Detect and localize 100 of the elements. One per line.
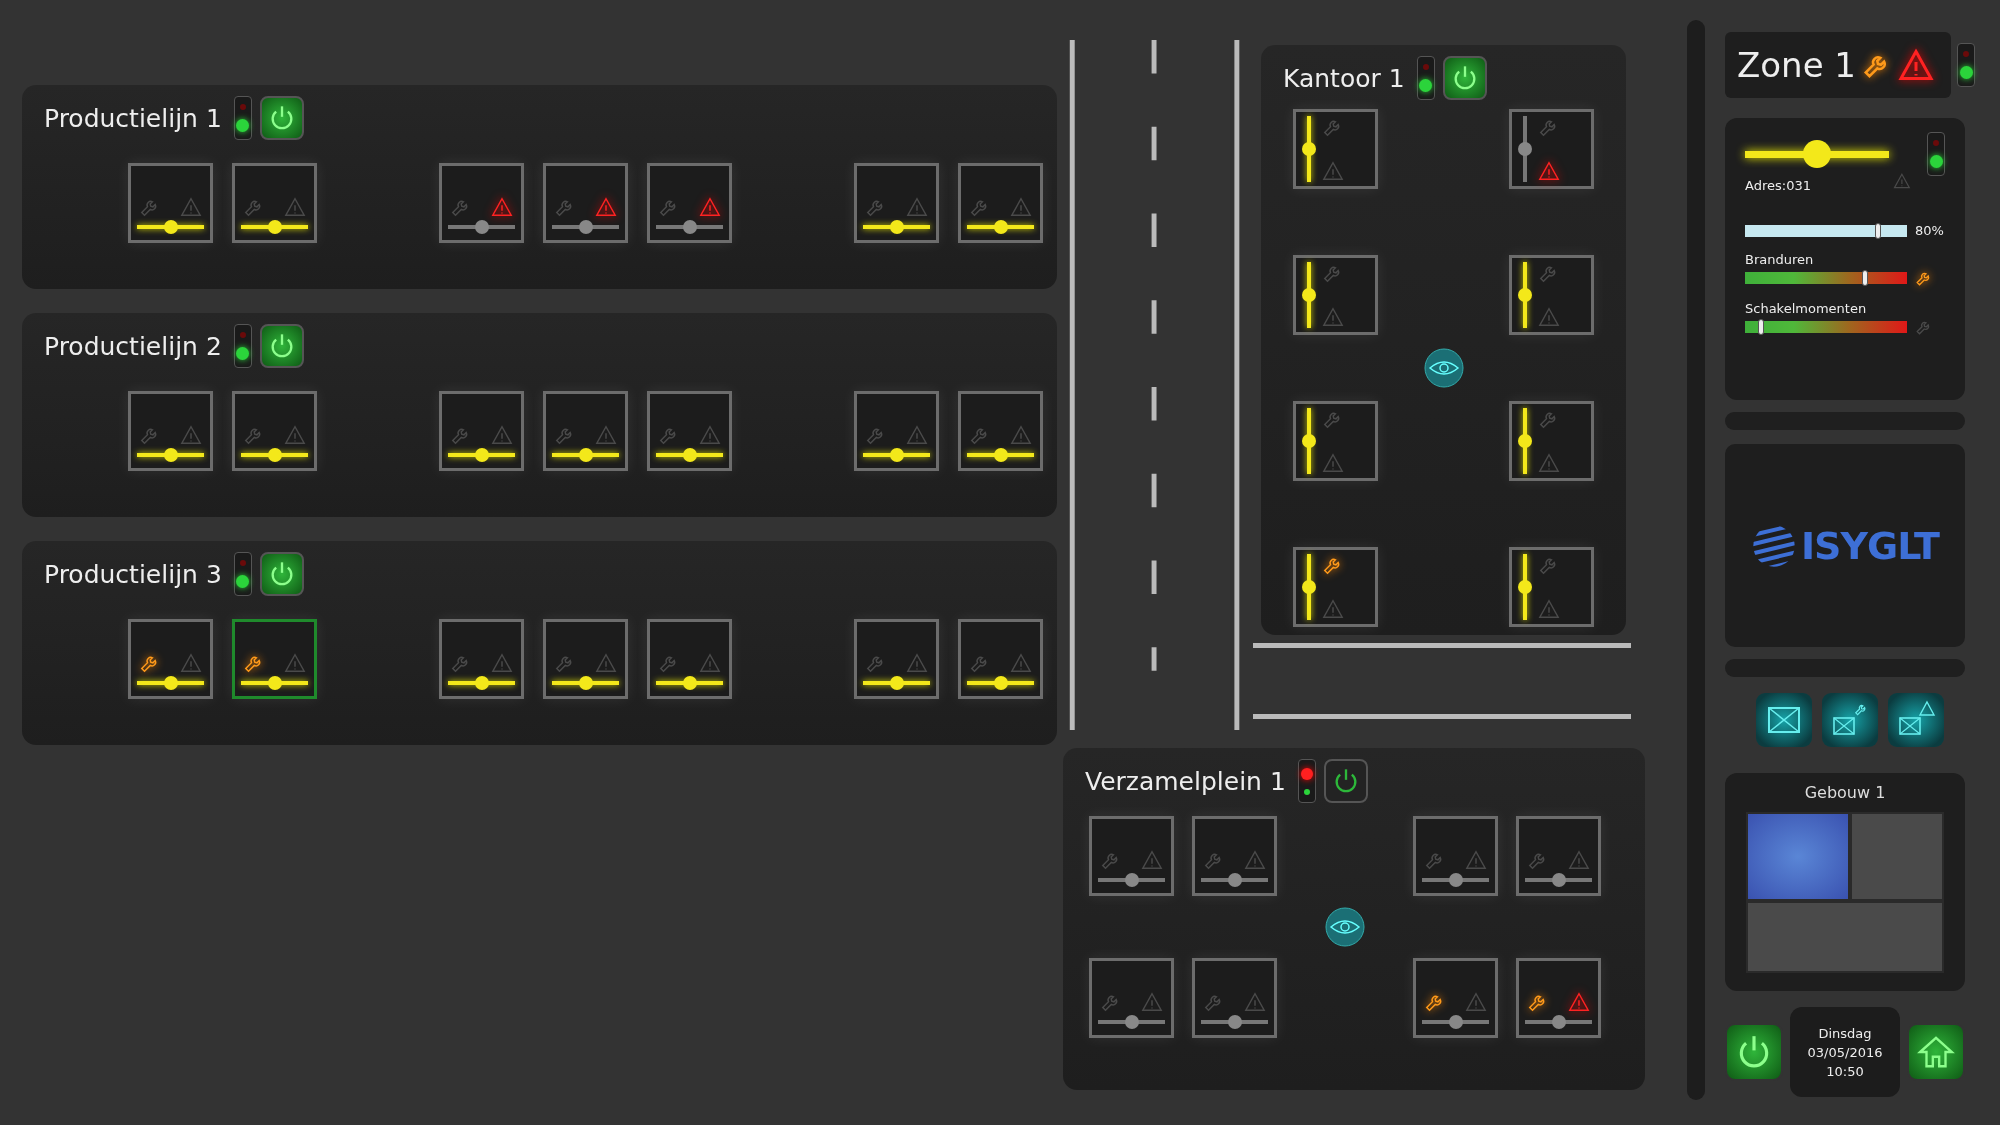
slider-thumb[interactable] [578, 676, 593, 690]
slider-thumb[interactable] [1302, 288, 1316, 302]
slider-thumb[interactable] [474, 448, 489, 462]
power-button[interactable] [1725, 1023, 1783, 1081]
slider-thumb[interactable] [889, 676, 904, 690]
light-tile[interactable] [1192, 816, 1277, 896]
light-tile[interactable] [1192, 958, 1277, 1038]
slider-thumb[interactable] [1551, 873, 1566, 887]
light-tile[interactable] [1293, 401, 1378, 481]
slider-thumb[interactable] [1124, 873, 1139, 887]
light-tile[interactable] [1516, 816, 1601, 896]
slider-thumb[interactable] [993, 448, 1008, 462]
light-tile[interactable] [439, 391, 524, 471]
slider-thumb[interactable] [163, 220, 178, 234]
slider-thumb[interactable] [682, 220, 697, 234]
light-tile[interactable] [1293, 109, 1378, 189]
light-tile[interactable] [128, 391, 213, 471]
light-tile[interactable] [958, 391, 1043, 471]
slider-thumb[interactable] [1518, 434, 1532, 448]
light-tile[interactable] [232, 163, 317, 243]
slider-thumb[interactable] [267, 676, 282, 690]
sensor-eye-icon[interactable] [1423, 348, 1464, 388]
light-tile[interactable] [1509, 109, 1594, 189]
power-button[interactable] [1323, 759, 1368, 803]
light-tile[interactable] [1413, 816, 1498, 896]
slider-thumb[interactable] [889, 448, 904, 462]
slider-thumb[interactable] [1227, 1015, 1242, 1029]
slider-thumb[interactable] [993, 220, 1008, 234]
power-button[interactable] [259, 324, 304, 368]
slider-thumb[interactable] [1124, 1015, 1139, 1029]
light-tile[interactable] [1509, 547, 1594, 627]
light-tile[interactable] [543, 619, 628, 699]
light-tile[interactable] [1293, 255, 1378, 335]
time-label: 10:50 [1826, 1063, 1864, 1079]
light-tile[interactable] [232, 619, 317, 699]
meter-label: Schakelmomenten [1745, 301, 1868, 316]
slider-thumb[interactable] [578, 220, 593, 234]
light-tile[interactable] [1293, 547, 1378, 627]
logo-text: ISYGLT [1800, 523, 1940, 568]
slider-thumb[interactable] [1448, 1015, 1463, 1029]
light-tile[interactable] [854, 391, 939, 471]
slider-thumb[interactable] [682, 676, 697, 690]
light-tile[interactable] [232, 391, 317, 471]
light-tile[interactable] [128, 163, 213, 243]
light-tile[interactable] [647, 619, 732, 699]
slider-thumb[interactable] [1227, 873, 1242, 887]
slider-thumb[interactable] [474, 676, 489, 690]
power-button[interactable] [1442, 56, 1487, 100]
light-tile[interactable] [647, 163, 732, 243]
light-tile[interactable] [439, 163, 524, 243]
fault-messages-button[interactable] [1888, 693, 1944, 747]
slider-thumb[interactable] [1448, 873, 1463, 887]
slider-thumb[interactable] [163, 448, 178, 462]
light-tile[interactable] [1509, 255, 1594, 335]
building-title: Gebouw 1 [1804, 783, 1886, 802]
slider-thumb[interactable] [474, 220, 489, 234]
power-button[interactable] [259, 552, 304, 596]
light-tile[interactable] [854, 163, 939, 243]
slider-thumb[interactable] [1302, 142, 1316, 156]
slider-thumb[interactable] [1302, 580, 1316, 594]
slider-thumb[interactable] [889, 220, 904, 234]
sensor-eye-icon[interactable] [1325, 907, 1365, 947]
day-label: Dinsdag [1818, 1025, 1872, 1041]
light-tile[interactable] [854, 619, 939, 699]
slider-thumb[interactable] [163, 676, 178, 690]
light-tile[interactable] [958, 163, 1043, 243]
slider-thumb[interactable] [1518, 580, 1532, 594]
service-messages-button[interactable] [1822, 693, 1878, 747]
light-tile[interactable] [1516, 958, 1601, 1038]
bar-thumb[interactable] [1874, 222, 1881, 239]
slider-thumb[interactable] [682, 448, 697, 462]
zone-title: Verzamelplein 1 [1084, 766, 1287, 796]
light-tile[interactable] [1413, 958, 1498, 1038]
meter-label: Branduren [1745, 252, 1815, 267]
slider-thumb[interactable] [1551, 1015, 1566, 1029]
slider-thumb[interactable] [993, 676, 1008, 690]
light-tile[interactable] [647, 391, 732, 471]
zone-title: Productielijn 1 [43, 103, 223, 133]
light-tile[interactable] [1089, 816, 1174, 896]
light-tile[interactable] [958, 619, 1043, 699]
light-tile[interactable] [543, 163, 628, 243]
light-tile[interactable] [128, 619, 213, 699]
zone-title: Kantoor 1 [1282, 63, 1406, 93]
light-tile[interactable] [1509, 401, 1594, 481]
home-button[interactable] [1907, 1023, 1965, 1081]
slider-thumb[interactable] [578, 448, 593, 462]
light-tile[interactable] [1089, 958, 1174, 1038]
messages-button[interactable] [1756, 693, 1812, 747]
slider-thumb[interactable] [267, 220, 282, 234]
slider-thumb[interactable] [1518, 142, 1532, 156]
address-label: Adres:031 [1745, 178, 1812, 193]
slider-thumb[interactable] [1302, 434, 1316, 448]
zone-title: Productielijn 2 [43, 331, 223, 361]
light-tile[interactable] [543, 391, 628, 471]
dim-reading: 80% [1915, 223, 1944, 238]
power-button[interactable] [259, 96, 304, 140]
slider-thumb[interactable] [1518, 288, 1532, 302]
date-label: 03/05/2016 [1807, 1044, 1883, 1060]
light-tile[interactable] [439, 619, 524, 699]
slider-thumb[interactable] [267, 448, 282, 462]
